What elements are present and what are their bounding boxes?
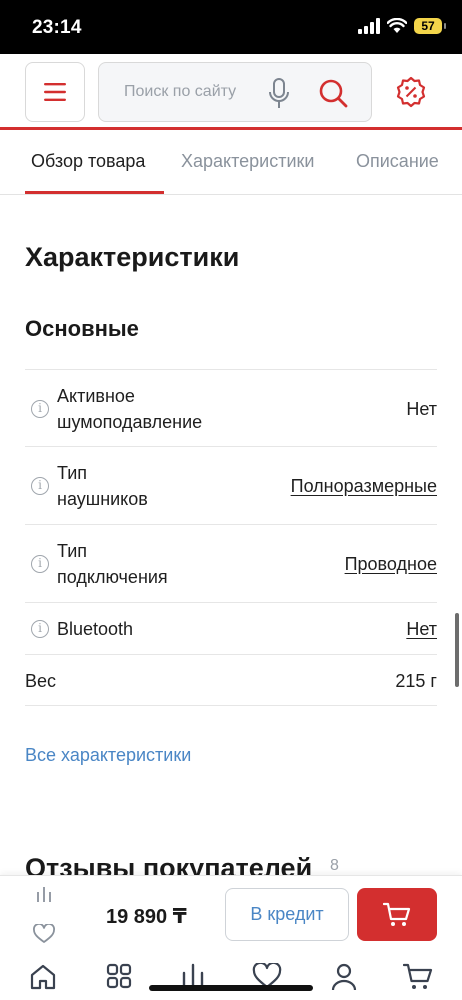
cart-icon bbox=[383, 902, 411, 926]
signal-icon bbox=[358, 18, 380, 34]
search-placeholder: Поиск по сайту bbox=[124, 83, 237, 100]
add-to-cart-button[interactable] bbox=[357, 888, 437, 941]
product-tabs: Обзор товара Характеристики Описание bbox=[0, 133, 462, 195]
search-input[interactable]: Поиск по сайту bbox=[98, 62, 372, 122]
search-icon[interactable] bbox=[317, 77, 349, 109]
spec-label: Bluetooth bbox=[57, 619, 134, 639]
info-icon[interactable]: i bbox=[31, 477, 49, 495]
buy-bar: 19 890 ₸ В кредит bbox=[0, 875, 462, 953]
home-icon[interactable] bbox=[29, 963, 57, 991]
wifi-icon bbox=[387, 18, 407, 33]
info-icon[interactable]: i bbox=[31, 555, 49, 573]
scrollbar[interactable] bbox=[455, 613, 459, 687]
spec-row: i Активное шумоподавление Нет bbox=[25, 369, 437, 446]
spec-value-link[interactable]: Нет bbox=[406, 616, 437, 642]
info-icon[interactable]: i bbox=[31, 400, 49, 418]
spec-row: Вес 215 г bbox=[25, 654, 437, 705]
section-title: Характеристики bbox=[25, 242, 240, 272]
spec-label: Тип подключения bbox=[57, 541, 168, 587]
divider bbox=[25, 705, 437, 706]
discount-badge-icon[interactable] bbox=[395, 76, 427, 108]
profile-icon[interactable] bbox=[330, 963, 358, 991]
group-title: Основные bbox=[25, 316, 139, 341]
spec-value: 215 г bbox=[395, 671, 437, 691]
heart-icon[interactable] bbox=[33, 924, 55, 944]
all-characteristics-link[interactable]: Все характеристики bbox=[25, 745, 191, 766]
spec-row: i Тип наушников Полноразмерные bbox=[25, 446, 437, 524]
tab-characteristics[interactable]: Характеристики bbox=[181, 151, 314, 172]
info-icon[interactable]: i bbox=[31, 620, 49, 638]
menu-button[interactable] bbox=[25, 62, 85, 122]
spec-value-link[interactable]: Проводное bbox=[345, 551, 437, 577]
site-header: Поиск по сайту bbox=[0, 54, 462, 130]
home-indicator bbox=[149, 985, 313, 991]
spec-label: Активное шумоподавление bbox=[57, 386, 203, 432]
spec-value-link[interactable]: Полноразмерные bbox=[291, 473, 437, 499]
catalog-icon[interactable] bbox=[106, 963, 132, 989]
product-price: 19 890 ₸ bbox=[106, 906, 187, 928]
spec-label: Тип наушников bbox=[57, 463, 148, 509]
tab-description[interactable]: Описание bbox=[356, 151, 439, 172]
status-time: 23:14 bbox=[32, 17, 82, 38]
active-tab-indicator bbox=[25, 191, 164, 194]
microphone-icon[interactable] bbox=[267, 78, 291, 110]
bottom-navigation bbox=[0, 953, 462, 1000]
tab-overview[interactable]: Обзор товара bbox=[31, 151, 145, 172]
credit-button[interactable]: В кредит bbox=[225, 888, 349, 941]
battery-icon: 57 bbox=[414, 18, 446, 34]
reviews-count: 8 bbox=[330, 857, 339, 874]
battery-level: 57 bbox=[421, 19, 435, 33]
spec-row: i Bluetooth Нет bbox=[25, 602, 437, 654]
credit-button-label: В кредит bbox=[250, 904, 324, 924]
spec-value: Нет bbox=[406, 399, 437, 419]
spec-row: i Тип подключения Проводное bbox=[25, 524, 437, 602]
status-indicators: 57 bbox=[358, 18, 446, 34]
spec-label: Вес bbox=[25, 671, 57, 691]
compare-icon[interactable] bbox=[35, 886, 53, 904]
status-bar: 23:14 57 bbox=[0, 0, 462, 54]
hamburger-icon bbox=[44, 83, 66, 101]
cart-icon[interactable] bbox=[403, 963, 433, 991]
